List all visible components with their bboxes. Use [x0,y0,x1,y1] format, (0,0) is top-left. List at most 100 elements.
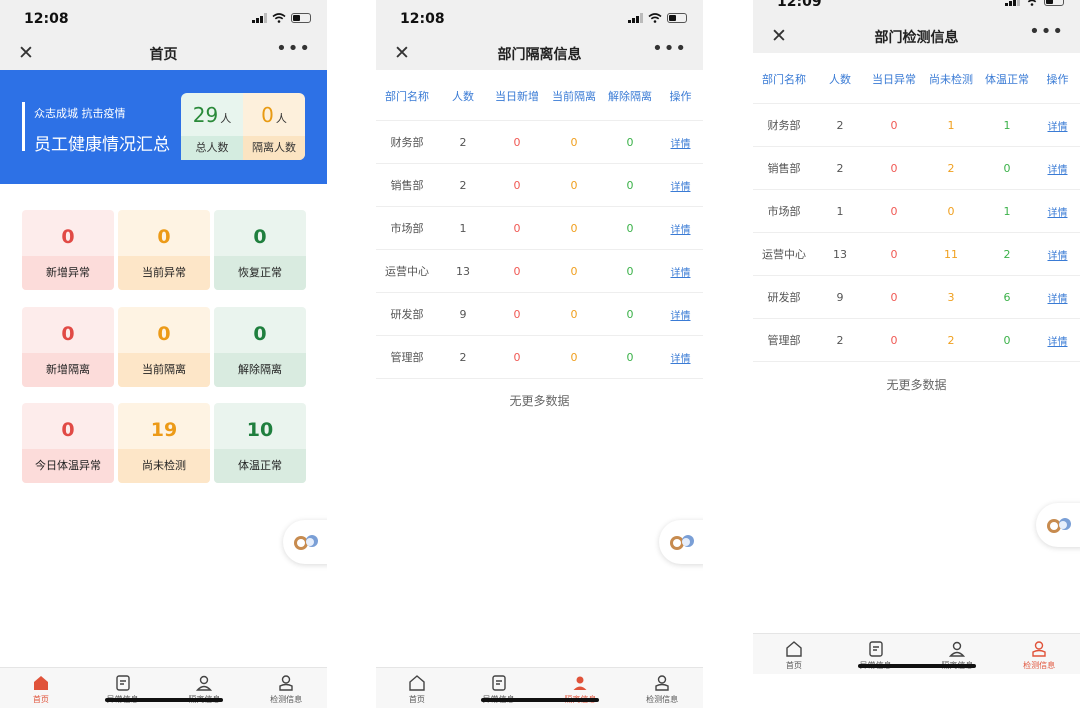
cell-count: 1 [459,221,467,235]
card-value: 0 [61,226,75,248]
tab-isolation-info[interactable]: 隔离信息 [540,668,622,708]
table-row: 市场部 1 0 0 0 详情 [376,207,703,250]
card-temp-normal[interactable]: 10 体温正常 [214,403,306,483]
cell-temp-normal: 1 [1003,204,1011,218]
card-label: 新增异常 [22,256,114,290]
header-count: 人数 [452,90,474,103]
card-not-tested[interactable]: 19 尚未检测 [118,403,210,483]
cell-dept: 管理部 [390,351,424,364]
cell-released: 0 [626,221,634,235]
tab-home[interactable]: 首页 [753,634,835,674]
detail-link[interactable]: 详情 [1035,161,1080,176]
tab-detection-info[interactable]: 检测信息 [621,668,703,708]
tab-detection-info[interactable]: 检测信息 [245,668,327,708]
cell-count: 13 [833,247,847,261]
card-label: 新增隔离 [22,353,114,387]
more-icon[interactable]: ••• [652,38,687,59]
card-label: 当前隔离 [118,353,210,387]
detail-link[interactable]: 详情 [658,178,703,193]
cell-count: 9 [836,290,844,304]
card-label: 当前异常 [118,256,210,290]
card-current-abnormal[interactable]: 0 当前异常 [118,210,210,290]
tab-home[interactable]: 首页 [0,668,82,708]
isolated-people-unit: 人 [275,112,287,125]
floating-assistant-button[interactable] [1036,503,1080,547]
tab-isolation-info[interactable]: 隔离信息 [164,668,246,708]
detail-link[interactable]: 详情 [658,135,703,150]
cell-count: 1 [836,204,844,218]
tab-abnormal-info[interactable]: 异常信息 [458,668,540,708]
floating-assistant-button[interactable] [283,520,327,564]
home-icon [786,641,802,657]
detail-link[interactable]: 详情 [658,264,703,279]
cell-current-isolated: 0 [570,178,578,192]
cell-temp-normal: 0 [1003,161,1011,175]
detail-link[interactable]: 详情 [1035,247,1080,262]
cell-current-isolated: 0 [570,307,578,321]
summary-banner: 众志成城 抗击疫情 员工健康情况汇总 29 人 总人数 0人 隔离人数 [0,70,327,184]
no-more-data: 无更多数据 [509,394,570,408]
assistant-icon [294,535,318,550]
card-value: 0 [61,419,75,441]
status-bar: 12:08 [376,0,703,38]
detail-link[interactable]: 详情 [1035,118,1080,133]
cell-dept: 管理部 [767,334,801,347]
card-value: 0 [61,323,75,345]
card-recovered[interactable]: 0 恢复正常 [214,210,306,290]
person-icon [949,641,966,657]
detail-link[interactable]: 详情 [1035,204,1080,219]
total-people-count: 29 [192,103,219,127]
cell-new-today: 0 [513,178,521,192]
more-icon[interactable]: ••• [276,38,311,59]
cell-count: 2 [836,161,844,175]
person-icon [196,675,213,691]
signal-icon [628,13,643,23]
detail-link[interactable]: 详情 [658,307,703,322]
card-current-isolated[interactable]: 0 当前隔离 [118,307,210,387]
cell-abnormal-today: 0 [890,204,898,218]
detail-link[interactable]: 详情 [1035,333,1080,348]
header-dept: 部门名称 [762,73,806,86]
card-temp-abnormal-today[interactable]: 0 今日体温异常 [22,403,114,483]
card-label: 体温正常 [214,449,306,483]
card-value: 0 [253,323,267,345]
card-released-isolation[interactable]: 0 解除隔离 [214,307,306,387]
total-people-label: 总人数 [181,136,243,160]
tab-home[interactable]: 首页 [376,668,458,708]
floating-assistant-button[interactable] [659,520,703,564]
table-header: 部门名称 人数 当日新增 当前隔离 解除隔离 操作 [376,72,703,121]
card-label: 尚未检测 [118,449,210,483]
detection-screen: 12:09 ✕ 部门检测信息 ••• 部门名称 人数 当日异常 尚未检测 体温正… [753,0,1080,691]
wifi-icon [648,13,662,23]
cell-count: 9 [459,307,467,321]
detail-link[interactable]: 详情 [658,221,703,236]
header-dept: 部门名称 [385,90,429,103]
more-icon[interactable]: ••• [1029,21,1064,42]
tab-isolation-info[interactable]: 隔离信息 [917,634,999,674]
cell-not-tested: 2 [947,161,955,175]
header-action: 操作 [1046,73,1069,86]
header-count: 人数 [829,73,851,86]
cell-released: 0 [626,264,634,278]
health-person-icon [279,675,293,691]
tab-abnormal-info[interactable]: 异常信息 [82,668,164,708]
detail-link[interactable]: 详情 [658,350,703,365]
cell-released: 0 [626,135,634,149]
signal-icon [1005,0,1020,6]
card-new-isolated[interactable]: 0 新增隔离 [22,307,114,387]
tab-detection-info[interactable]: 检测信息 [998,634,1080,674]
detail-link[interactable]: 详情 [1035,290,1080,305]
tab-abnormal-info[interactable]: 异常信息 [835,634,917,674]
card-label: 解除隔离 [214,353,306,387]
cell-new-today: 0 [513,221,521,235]
cell-temp-normal: 1 [1003,118,1011,132]
battery-icon [291,13,311,23]
tab-label: 检测信息 [646,695,679,704]
table-row: 管理部 2 0 0 0 详情 [376,336,703,379]
card-new-abnormal[interactable]: 0 新增异常 [22,210,114,290]
header-released: 解除隔离 [608,90,652,103]
cell-count: 2 [836,118,844,132]
cell-temp-normal: 0 [1003,333,1011,347]
cell-dept: 市场部 [390,222,424,235]
tab-bar: 首页 异常信息 隔离信息 检测信息 [376,667,703,708]
